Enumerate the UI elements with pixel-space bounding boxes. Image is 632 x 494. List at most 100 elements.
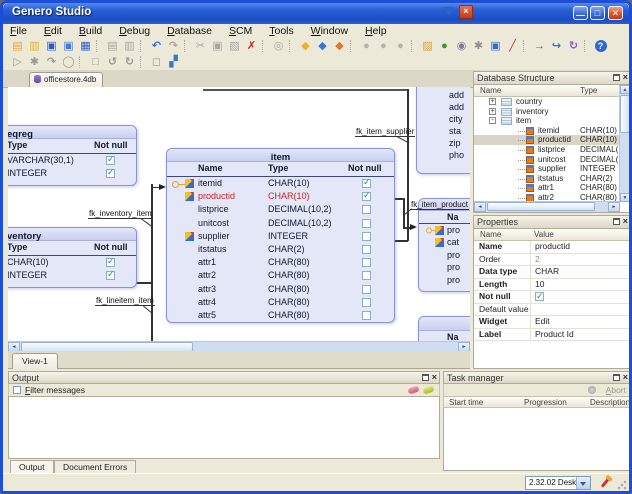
- save-icon[interactable]: ▣: [43, 39, 60, 53]
- export-icon[interactable]: ↪: [548, 39, 565, 53]
- menu-item[interactable]: SCM: [222, 24, 259, 37]
- document-tab[interactable]: officestore.4db: [29, 72, 103, 87]
- property-row[interactable]: Label Product Id: [474, 329, 630, 342]
- property-value[interactable]: Edit: [535, 316, 550, 326]
- not-null-checkbox[interactable]: [362, 258, 371, 267]
- not-null-checkbox[interactable]: [362, 219, 371, 228]
- menu-item[interactable]: Edit: [37, 24, 69, 37]
- table-row[interactable]: VARCHAR(30,1): [8, 154, 136, 167]
- not-null-checkbox[interactable]: [106, 258, 115, 267]
- scrollbar-thumb[interactable]: [620, 95, 630, 133]
- tree-expander-icon[interactable]: +: [489, 98, 496, 105]
- table-row[interactable]: supplier INTEGER: [167, 230, 394, 243]
- configuration-icon[interactable]: [601, 477, 610, 487]
- save-as-icon[interactable]: ▣: [60, 39, 77, 53]
- not-null-checkbox[interactable]: [362, 192, 371, 201]
- version-combobox[interactable]: 2.32.02 Desktop: [525, 476, 591, 490]
- table-row[interactable]: zip: [417, 137, 470, 149]
- table-row[interactable]: CHAR(10): [8, 256, 136, 269]
- toolbar-button[interactable]: [350, 40, 355, 52]
- open-file-icon[interactable]: ▥: [26, 39, 43, 53]
- abort-button[interactable]: Abort: [606, 385, 626, 395]
- find-icon[interactable]: ◎: [270, 39, 287, 53]
- generate-icon[interactable]: ◆: [297, 39, 314, 53]
- start-icon[interactable]: ▷: [9, 55, 26, 69]
- attach-icon[interactable]: ✱: [26, 55, 43, 69]
- build-icon[interactable]: ◆: [314, 39, 331, 53]
- save-all-icon[interactable]: ▦: [77, 39, 94, 53]
- tree-expander-icon[interactable]: +: [489, 108, 496, 115]
- not-null-checkbox[interactable]: [362, 271, 371, 280]
- table-row[interactable]: itstatus CHAR(2): [167, 243, 394, 256]
- toolbar-button[interactable]: [184, 40, 189, 52]
- toolbar-button[interactable]: [289, 40, 294, 52]
- table-row[interactable]: productid CHAR(10): [167, 190, 394, 203]
- table-row[interactable]: pro: [419, 224, 470, 236]
- tree-item[interactable]: supplier INTEGER: [474, 164, 620, 174]
- print-icon[interactable]: ▤: [104, 39, 121, 53]
- task-column-headers[interactable]: Start time Progression Description: [443, 396, 631, 408]
- table-row[interactable]: itemid CHAR(10): [167, 177, 394, 190]
- task-column-header[interactable]: Description: [590, 398, 630, 407]
- report-icon[interactable]: ▣: [487, 39, 504, 53]
- cut-icon[interactable]: ✂: [192, 39, 209, 53]
- property-value[interactable]: 10: [535, 279, 544, 289]
- config-icon[interactable]: ╱: [504, 39, 521, 53]
- debug-run-icon[interactable]: ●: [375, 39, 392, 53]
- table-row[interactable]: pro: [419, 274, 470, 286]
- rotate-left-icon[interactable]: ↺: [104, 55, 121, 69]
- tree-item[interactable]: itemid CHAR(10): [474, 126, 620, 136]
- close-panel-icon[interactable]: ×: [623, 373, 628, 382]
- diagram-table-partial[interactable]: Na: [418, 316, 470, 341]
- delete-icon[interactable]: ✗: [243, 39, 260, 53]
- table-row[interactable]: attr4 CHAR(80): [167, 296, 394, 309]
- panel-header[interactable]: Properties ×: [474, 216, 630, 229]
- frame-icon[interactable]: □: [87, 55, 104, 69]
- fk-label[interactable]: fk_inventory_item: [88, 209, 153, 219]
- table-row[interactable]: INTEGER: [8, 167, 136, 180]
- maximize-button[interactable]: □: [590, 6, 605, 20]
- not-null-checkbox[interactable]: [106, 169, 115, 178]
- table-row[interactable]: sta: [417, 125, 470, 137]
- window-list-icon[interactable]: [443, 7, 455, 16]
- task-manager-header[interactable]: Task manager ×: [443, 371, 631, 384]
- vertical-scrollbar[interactable]: ▲ ▼: [619, 85, 630, 202]
- tree-item[interactable]: attr1 CHAR(80): [474, 183, 620, 193]
- tree-item[interactable]: + inventory: [474, 107, 620, 117]
- not-null-checkbox[interactable]: [362, 285, 371, 294]
- scrollbar-thumb[interactable]: [487, 202, 595, 211]
- schema-icon[interactable]: ▨: [419, 39, 436, 53]
- scroll-left-button[interactable]: ◄: [474, 202, 486, 212]
- table-row[interactable]: attr2 CHAR(80): [167, 269, 394, 282]
- diagram-table-inventory[interactable]: ventory Type Not null CHAR(10) INTEGER: [8, 227, 137, 288]
- menu-item[interactable]: Help: [358, 24, 394, 37]
- filter-messages-checkbox[interactable]: [13, 386, 21, 394]
- table-row[interactable]: add: [417, 89, 470, 101]
- tree-column-headers[interactable]: Name Type: [474, 85, 630, 97]
- fk-label[interactable]: fk_item_product: [410, 200, 469, 210]
- tree-item[interactable]: listprice DECIMAL(10,2): [474, 145, 620, 155]
- table-row[interactable]: add: [417, 101, 470, 113]
- clear-output-icon[interactable]: [407, 385, 419, 394]
- new-file-icon[interactable]: ▤: [9, 39, 26, 53]
- table-row[interactable]: attr5 CHAR(80): [167, 309, 394, 322]
- menu-item[interactable]: Database: [160, 24, 219, 37]
- menu-item[interactable]: Build: [72, 24, 109, 37]
- property-row[interactable]: Name productid: [474, 241, 630, 254]
- not-null-checkbox[interactable]: [362, 205, 371, 214]
- title-bar[interactable]: Genero Studio — □ ✕: [3, 3, 629, 24]
- output-panel-header[interactable]: Output ×: [8, 371, 440, 384]
- tree-item[interactable]: itstatus CHAR(2): [474, 174, 620, 184]
- table-row[interactable]: attr3 CHAR(80): [167, 283, 394, 296]
- paste-icon[interactable]: ▧: [226, 39, 243, 53]
- diagram-table-supplier[interactable]: add add city sta zip: [416, 87, 470, 174]
- table-row[interactable]: cat: [419, 236, 470, 248]
- property-row[interactable]: Widget Edit: [474, 316, 630, 329]
- print-preview-icon[interactable]: ▥: [121, 39, 138, 53]
- close-document-icon[interactable]: ×: [459, 5, 473, 19]
- float-panel-icon[interactable]: [613, 218, 620, 225]
- not-null-checkbox[interactable]: [362, 245, 371, 254]
- toolbar-button[interactable]: [584, 40, 589, 52]
- window-icon[interactable]: ◻: [148, 55, 165, 69]
- help-icon[interactable]: ?: [592, 39, 609, 53]
